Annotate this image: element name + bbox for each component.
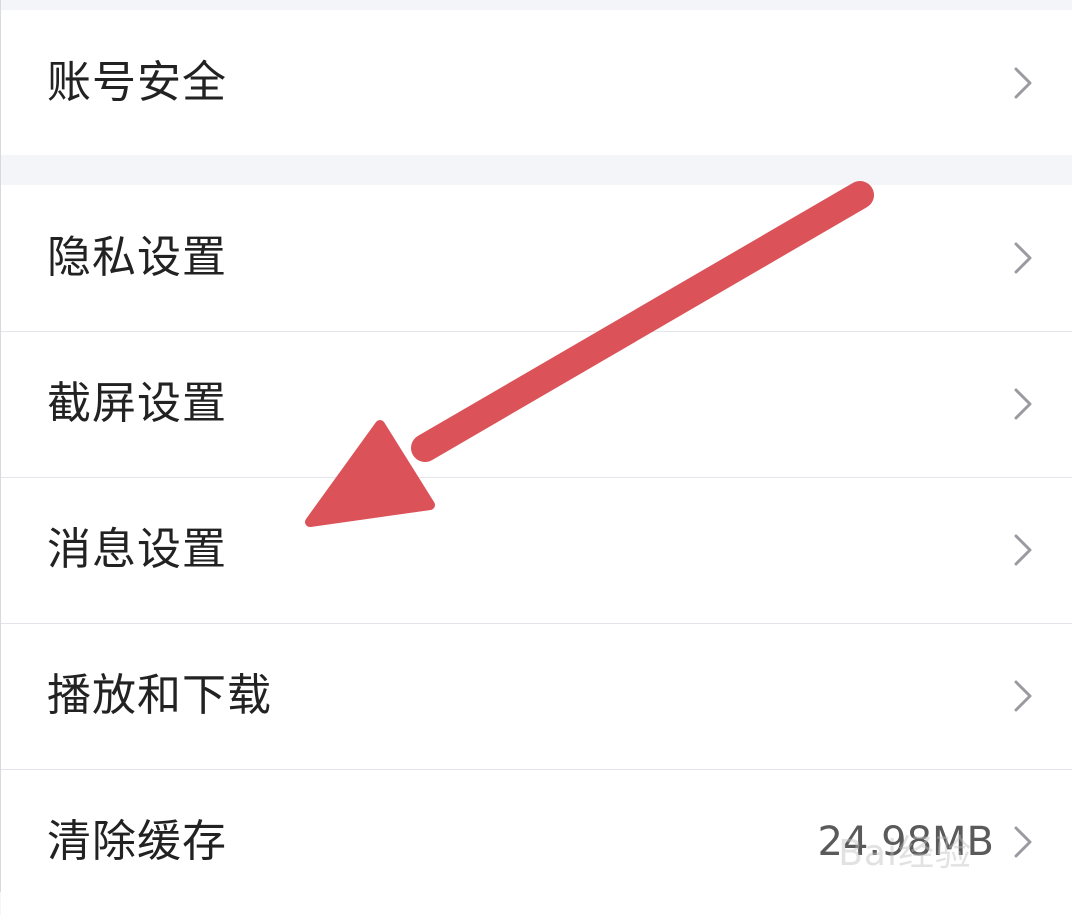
chevron-right-icon — [1012, 679, 1034, 713]
chevron-right-icon — [1012, 66, 1034, 100]
settings-screen: 账号安全 隐私设置 截屏设置 消息设置 播放和下载 清除缓存 24.98MB — [0, 0, 1072, 915]
settings-item-label: 账号安全 — [47, 56, 227, 108]
settings-item-label: 清除缓存 — [47, 816, 227, 867]
baidu-watermark: Bai经验 — [838, 824, 972, 876]
top-spacer — [1, 0, 1072, 10]
account-settings-group: 账号安全 — [1, 10, 1072, 155]
settings-item-account-security[interactable]: 账号安全 — [1, 10, 1072, 155]
settings-item-label: 隐私设置 — [47, 232, 227, 283]
watermark-text: Bai经验 — [838, 833, 972, 874]
chevron-right-icon — [1012, 241, 1034, 275]
settings-item-messages[interactable]: 消息设置 — [1, 477, 1072, 623]
chevron-right-icon — [1012, 825, 1034, 859]
chevron-right-icon — [1012, 387, 1034, 421]
settings-item-label: 播放和下载 — [47, 670, 272, 721]
chevron-right-icon — [1012, 533, 1034, 567]
section-divider — [1, 155, 1072, 185]
settings-item-label: 截屏设置 — [47, 378, 227, 429]
settings-item-screenshot[interactable]: 截屏设置 — [1, 331, 1072, 477]
settings-item-label: 消息设置 — [47, 524, 227, 575]
settings-item-privacy[interactable]: 隐私设置 — [1, 185, 1072, 331]
settings-item-playback-download[interactable]: 播放和下载 — [1, 623, 1072, 769]
general-settings-group: 隐私设置 截屏设置 消息设置 播放和下载 清除缓存 24.98MB — [1, 185, 1072, 915]
